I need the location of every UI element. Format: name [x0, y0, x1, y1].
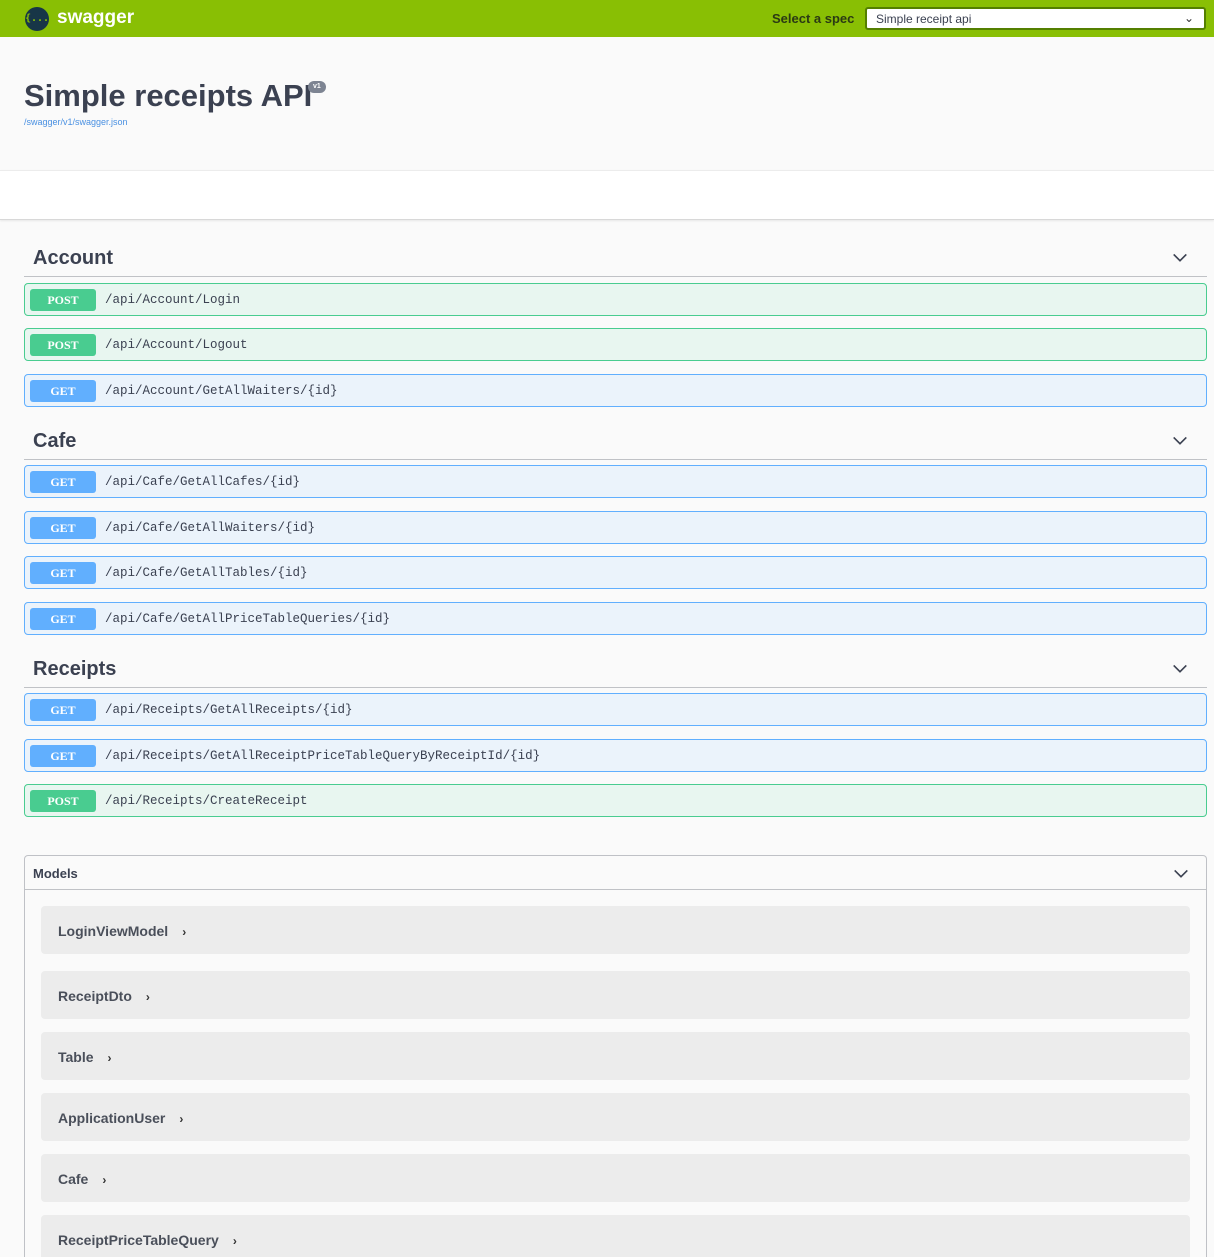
model-receipt-price-table-query[interactable]: ReceiptPriceTableQuery ›	[41, 1215, 1190, 1257]
operation-get-receipts[interactable]: GET /api/Receipts/GetAllReceipts/{id}	[24, 693, 1207, 726]
spec-select-value: Simple receipt api	[876, 12, 972, 26]
model-label: ApplicationUser	[58, 1110, 166, 1126]
model-cafe[interactable]: Cafe ›	[41, 1154, 1190, 1202]
chevron-right-icon: ›	[182, 925, 187, 939]
chevron-right-icon: ›	[102, 1173, 107, 1187]
model-label: ReceiptDto	[58, 988, 132, 1004]
method-badge: POST	[30, 334, 96, 356]
tag-title: Cafe	[33, 430, 77, 452]
operation-path: /api/Account/Logout	[105, 338, 248, 352]
spec-select-label: Select a spec	[772, 11, 855, 26]
model-label: Cafe	[58, 1171, 89, 1187]
method-badge: GET	[30, 562, 96, 584]
chevron-right-icon: ›	[232, 1234, 237, 1248]
spec-url-link[interactable]: /swagger/v1/swagger.json	[24, 117, 128, 127]
chevron-right-icon: ›	[145, 990, 150, 1004]
tag-header-receipts[interactable]: Receipts	[24, 654, 1207, 688]
model-label: ReceiptPriceTableQuery	[58, 1232, 219, 1248]
operation-get-receipt-price-table-query[interactable]: GET /api/Receipts/GetAllReceiptPriceTabl…	[24, 739, 1207, 772]
models-title: Models	[33, 866, 78, 881]
operation-get-price-table-queries[interactable]: GET /api/Cafe/GetAllPriceTableQueries/{i…	[24, 602, 1207, 635]
chevron-down-icon	[1173, 253, 1187, 262]
chevron-right-icon: ›	[179, 1112, 184, 1126]
spec-select[interactable]: Simple receipt api ⌄	[865, 7, 1206, 30]
model-name: ReceiptDto ›	[58, 988, 150, 1004]
model-application-user[interactable]: ApplicationUser ›	[41, 1093, 1190, 1141]
method-badge: POST	[30, 289, 96, 311]
swagger-logo-text[interactable]: swagger	[57, 7, 134, 29]
operation-get-tables[interactable]: GET /api/Cafe/GetAllTables/{id}	[24, 556, 1207, 589]
model-name: Table ›	[58, 1049, 112, 1065]
tag-header-cafe[interactable]: Cafe	[24, 426, 1207, 460]
method-badge: GET	[30, 517, 96, 539]
operation-path: /api/Receipts/CreateReceipt	[105, 794, 308, 808]
method-badge: GET	[30, 471, 96, 493]
operation-path: /api/Receipts/GetAllReceipts/{id}	[105, 703, 353, 717]
chevron-down-icon: ⌄	[1183, 11, 1194, 25]
swagger-logo-icon[interactable]: {...}	[25, 7, 55, 31]
model-label: LoginViewModel	[58, 923, 169, 939]
method-badge: GET	[30, 380, 96, 402]
topbar: {...} swagger Select a spec Simple recei…	[0, 0, 1214, 37]
models-header[interactable]: Models	[25, 856, 1206, 890]
operation-post-create-receipt[interactable]: POST /api/Receipts/CreateReceipt	[24, 784, 1207, 817]
version-badge: v1	[308, 81, 326, 93]
operation-path: /api/Cafe/GetAllWaiters/{id}	[105, 521, 316, 535]
operation-path: /api/Account/GetAllWaiters/{id}	[105, 384, 338, 398]
operation-path: /api/Account/Login	[105, 293, 241, 307]
method-badge: GET	[30, 608, 96, 630]
operation-path: /api/Receipts/GetAllReceiptPriceTableQue…	[105, 749, 541, 763]
operation-get-account-waiters[interactable]: GET /api/Account/GetAllWaiters/{id}	[24, 374, 1207, 407]
operation-post-logout[interactable]: POST /api/Account/Logout	[24, 328, 1207, 361]
model-name: ApplicationUser ›	[58, 1110, 183, 1126]
info-section: Simple receipts API v1 /swagger/v1/swagg…	[0, 37, 1214, 170]
tag-header-account[interactable]: Account	[24, 243, 1207, 277]
model-table[interactable]: Table ›	[41, 1032, 1190, 1080]
operation-get-cafes[interactable]: GET /api/Cafe/GetAllCafes/{id}	[24, 465, 1207, 498]
scheme-container	[0, 170, 1214, 220]
method-badge: POST	[30, 790, 96, 812]
method-badge: GET	[30, 745, 96, 767]
chevron-down-icon	[1173, 664, 1187, 673]
chevron-down-icon	[1174, 869, 1188, 878]
model-name: ReceiptPriceTableQuery ›	[58, 1232, 237, 1248]
operation-post-login[interactable]: POST /api/Account/Login	[24, 283, 1207, 316]
model-name: LoginViewModel ›	[58, 923, 186, 939]
models-section: Models LoginViewModel › ReceiptDto › Table…	[24, 855, 1207, 1257]
operation-get-cafe-waiters[interactable]: GET /api/Cafe/GetAllWaiters/{id}	[24, 511, 1207, 544]
chevron-right-icon: ›	[107, 1051, 112, 1065]
model-login-view-model[interactable]: LoginViewModel ›	[41, 906, 1190, 954]
tag-title: Account	[33, 247, 113, 269]
model-label: Table	[58, 1049, 94, 1065]
tag-title: Receipts	[33, 658, 117, 680]
operation-path: /api/Cafe/GetAllPriceTableQueries/{id}	[105, 612, 391, 626]
chevron-down-icon	[1173, 436, 1187, 445]
model-name: Cafe ›	[58, 1171, 106, 1187]
method-badge: GET	[30, 699, 96, 721]
model-receipt-dto[interactable]: ReceiptDto ›	[41, 971, 1190, 1019]
operation-path: /api/Cafe/GetAllCafes/{id}	[105, 475, 301, 489]
page-title: Simple receipts API	[24, 78, 313, 113]
operation-path: /api/Cafe/GetAllTables/{id}	[105, 566, 308, 580]
